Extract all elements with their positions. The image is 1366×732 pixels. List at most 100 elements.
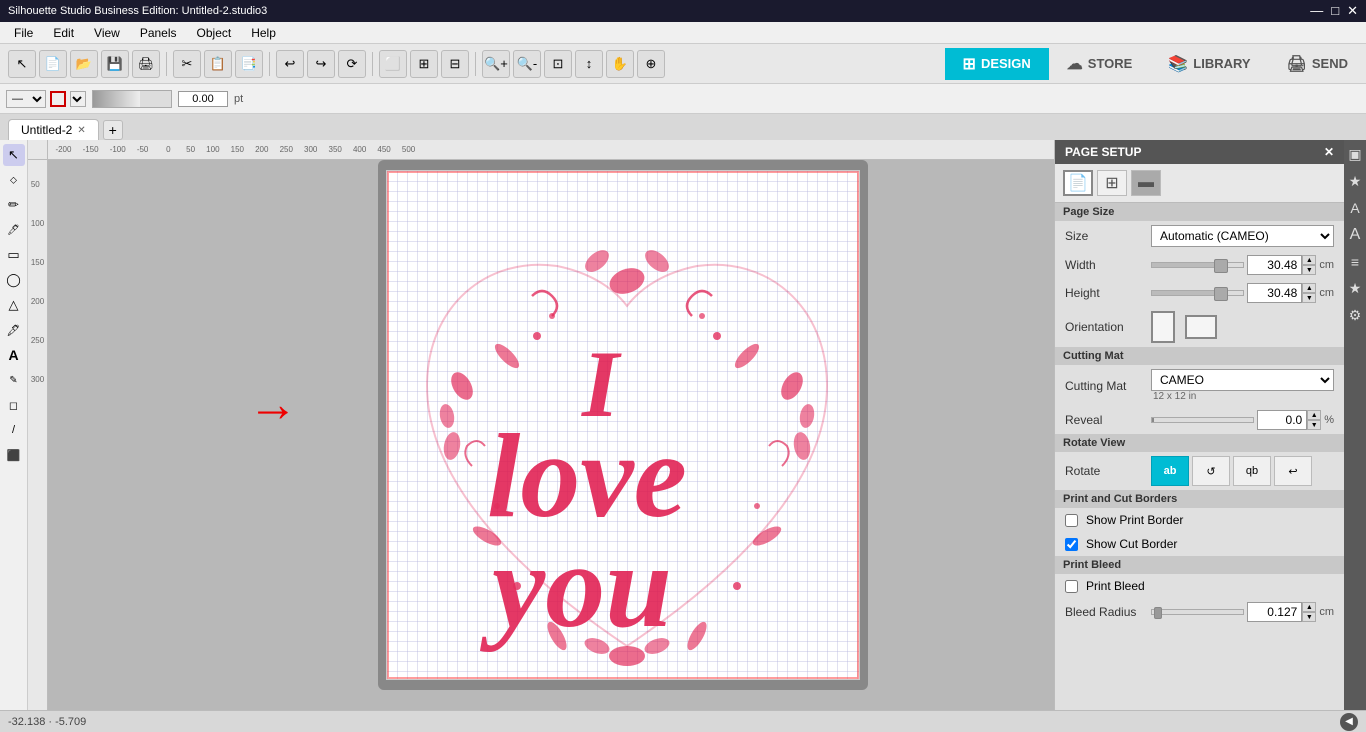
stroke-style-dropdown[interactable]: ▼ — [70, 91, 86, 107]
text-tool[interactable]: A — [3, 344, 25, 366]
fill-tool[interactable]: ⬛ — [3, 444, 25, 466]
pen-tool[interactable]: 🖋 — [3, 319, 25, 341]
height-down[interactable]: ▼ — [1302, 293, 1316, 303]
right-icon-1[interactable]: ▣ — [1348, 146, 1361, 163]
width-up[interactable]: ▲ — [1302, 255, 1316, 265]
menu-view[interactable]: View — [84, 24, 130, 42]
height-up[interactable]: ▲ — [1302, 283, 1316, 293]
height-slider-thumb[interactable] — [1214, 287, 1228, 301]
page-setup-close[interactable]: ✕ — [1324, 145, 1334, 159]
menu-edit[interactable]: Edit — [43, 24, 84, 42]
menu-panels[interactable]: Panels — [130, 24, 187, 42]
rotate-btn-90[interactable]: ↺ — [1192, 456, 1230, 486]
node-tool[interactable]: ⬦ — [3, 169, 25, 191]
width-down[interactable]: ▼ — [1302, 265, 1316, 275]
bleed-up[interactable]: ▲ — [1302, 602, 1316, 612]
rotate-btn-0[interactable]: ab — [1151, 456, 1189, 486]
cutting-mat-label: Cutting Mat — [1065, 379, 1145, 393]
doc-tab-untitled2[interactable]: Untitled-2 ✕ — [8, 119, 99, 140]
reveal-up[interactable]: ▲ — [1307, 410, 1321, 420]
panel-icon-layout[interactable]: ▬ — [1131, 170, 1161, 196]
right-icon-2[interactable]: ★ — [1349, 173, 1362, 190]
panel-icon-page[interactable]: 📄 — [1063, 170, 1093, 196]
zoom-fit[interactable]: ⊡ — [544, 50, 572, 78]
size-select[interactable]: Automatic (CAMEO) — [1151, 225, 1334, 247]
doc-tab-close[interactable]: ✕ — [77, 125, 85, 136]
width-slider[interactable] — [1151, 262, 1244, 268]
portrait-icon[interactable] — [1151, 311, 1175, 343]
stroke-color-preview[interactable] — [50, 91, 66, 107]
show-cut-border-checkbox[interactable] — [1065, 538, 1078, 551]
reveal-slider[interactable] — [1151, 417, 1254, 423]
rectangle-tool[interactable]: ▭ — [3, 244, 25, 266]
show-print-border-checkbox[interactable] — [1065, 514, 1078, 527]
refresh-button[interactable]: ⟳ — [338, 50, 366, 78]
menu-file[interactable]: File — [4, 24, 43, 42]
add-tab-button[interactable]: + — [103, 120, 123, 140]
thickness-input[interactable]: 0.00 — [178, 91, 228, 107]
width-input[interactable]: 30.48 — [1247, 255, 1302, 275]
right-icon-4[interactable]: A — [1350, 226, 1361, 244]
print-button[interactable]: 🖨 — [132, 50, 160, 78]
zoom-in[interactable]: 🔍+ — [482, 50, 510, 78]
tab-store[interactable]: ☁ STORE — [1049, 48, 1151, 80]
size-row: Size Automatic (CAMEO) — [1055, 221, 1344, 251]
right-icon-7[interactable]: ⚙ — [1349, 307, 1362, 324]
landscape-icon[interactable] — [1185, 315, 1217, 339]
group-btn[interactable]: ⊞ — [410, 50, 438, 78]
maximize-button[interactable]: □ — [1331, 3, 1339, 19]
cut-button[interactable]: ✂ — [173, 50, 201, 78]
copy-button[interactable]: 📋 — [204, 50, 232, 78]
reveal-down[interactable]: ▼ — [1307, 420, 1321, 430]
polygon-tool[interactable]: △ — [3, 294, 25, 316]
arrow-tool[interactable]: ↖ — [3, 144, 25, 166]
cutting-mat-select[interactable]: CAMEO — [1151, 369, 1334, 391]
pan-tool[interactable]: ✋ — [606, 50, 634, 78]
zoom-area[interactable]: ⊕ — [637, 50, 665, 78]
right-icon-3[interactable]: A — [1350, 200, 1359, 216]
panel-icon-grid[interactable]: ⊞ — [1097, 170, 1127, 196]
ellipse-tool[interactable]: ◯ — [3, 269, 25, 291]
minimize-button[interactable]: — — [1310, 3, 1323, 19]
stroke-dropdown[interactable]: — — [6, 90, 46, 108]
right-icon-5[interactable]: ≡ — [1351, 254, 1359, 270]
rotate-btn-180[interactable]: qb — [1233, 456, 1271, 486]
width-slider-thumb[interactable] — [1214, 259, 1228, 273]
undo-button[interactable]: ↩ — [276, 50, 304, 78]
move-tool[interactable]: ↕ — [575, 50, 603, 78]
height-slider[interactable] — [1151, 290, 1244, 296]
right-icon-6[interactable]: ★ — [1349, 280, 1362, 297]
bleed-down[interactable]: ▼ — [1302, 612, 1316, 622]
reveal-input[interactable]: 0.0 — [1257, 410, 1307, 430]
print-bleed-checkbox[interactable] — [1065, 580, 1078, 593]
select-tool[interactable]: ↖ — [8, 50, 36, 78]
edit-tool[interactable]: ✎ — [3, 369, 25, 391]
reveal-slider-thumb[interactable] — [1152, 418, 1154, 422]
paste-button[interactable]: 📑 — [235, 50, 263, 78]
rotate-btn-270[interactable]: ↩ — [1274, 456, 1312, 486]
save-button[interactable]: 💾 — [101, 50, 129, 78]
bleed-slider[interactable] — [1151, 609, 1244, 615]
bleed-slider-thumb[interactable] — [1154, 607, 1162, 619]
cut-tool[interactable]: / — [3, 419, 25, 441]
zoom-out[interactable]: 🔍- — [513, 50, 541, 78]
eraser-tool[interactable]: ◻ — [3, 394, 25, 416]
tab-design[interactable]: ⊞ DESIGN — [945, 48, 1049, 80]
bleed-input[interactable]: 0.127 — [1247, 602, 1302, 622]
redo-button[interactable]: ↪ — [307, 50, 335, 78]
menu-help[interactable]: Help — [241, 24, 286, 42]
ruler-horizontal: -200 -150 -100 -50 0 50 100 150 200 250 … — [48, 140, 1054, 160]
ungroup-btn[interactable]: ⊟ — [441, 50, 469, 78]
new-button[interactable]: 📄 — [39, 50, 67, 78]
select-all[interactable]: ⬜ — [379, 50, 407, 78]
close-button[interactable]: ✕ — [1347, 3, 1358, 19]
open-button[interactable]: 📂 — [70, 50, 98, 78]
height-input[interactable]: 30.48 — [1247, 283, 1302, 303]
tab-library[interactable]: 📚 LIBRARY — [1150, 48, 1268, 80]
menu-object[interactable]: Object — [187, 24, 242, 42]
pencil-tool[interactable]: 🖊 — [3, 219, 25, 241]
draw-tool[interactable]: ✏ — [3, 194, 25, 216]
status-icon[interactable]: ◀ — [1340, 713, 1358, 731]
tab-send[interactable]: 🖨 SEND — [1269, 48, 1366, 80]
width-unit: cm — [1319, 259, 1334, 271]
